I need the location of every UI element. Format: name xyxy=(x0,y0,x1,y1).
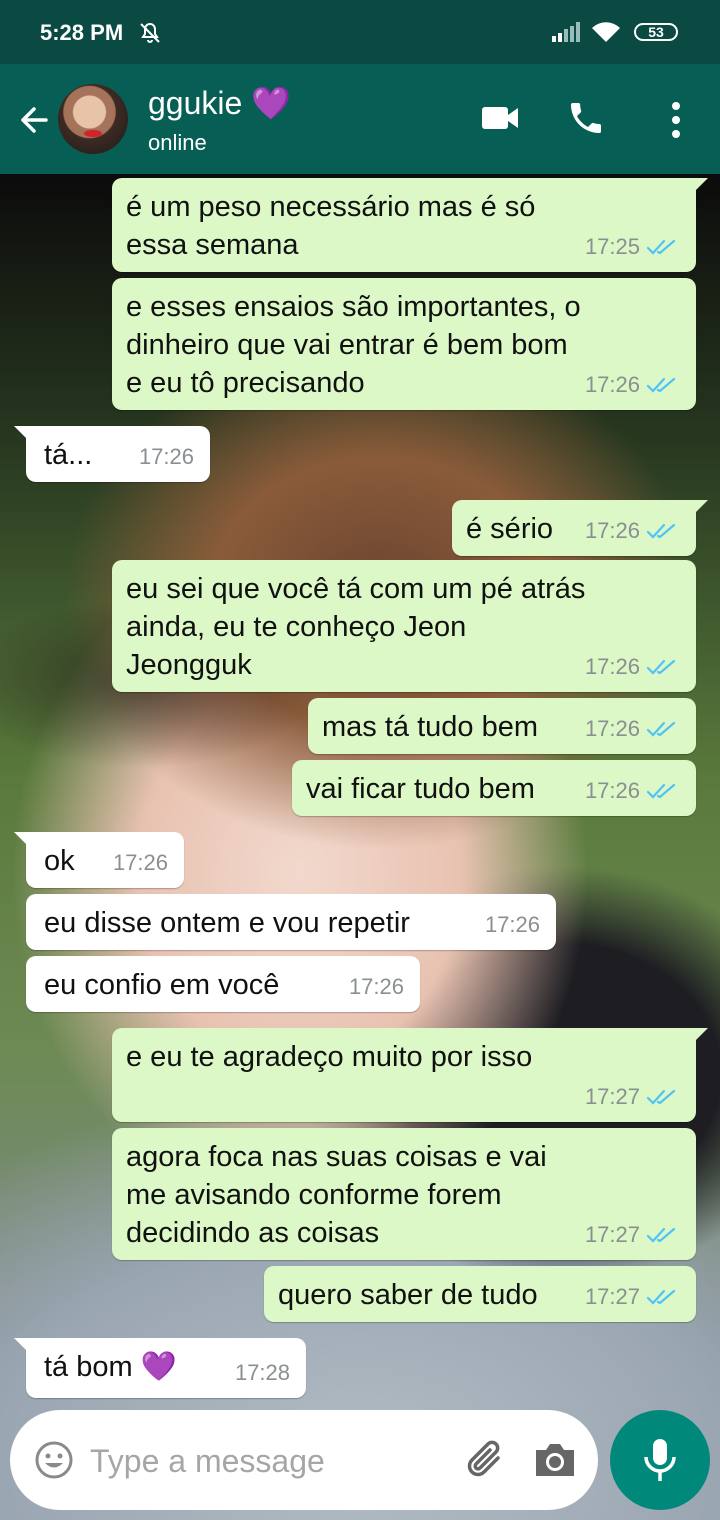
message-time: 17:28 xyxy=(234,1360,290,1385)
message-outgoing[interactable]: é sério 17:26 xyxy=(452,500,708,556)
signal-icon xyxy=(552,22,580,42)
camera-icon[interactable] xyxy=(532,1440,578,1480)
message-text: tá... xyxy=(44,439,93,471)
message-time: 17:26 xyxy=(584,716,640,741)
message-text: eu confio em você xyxy=(44,969,280,1001)
back-arrow-icon[interactable] xyxy=(16,102,52,138)
message-text: agora foca nas suas coisas e vai me avis… xyxy=(126,1141,547,1249)
message-text: e esses ensaios são importantes, o dinhe… xyxy=(126,291,581,399)
message-time: 17:26 xyxy=(138,444,194,469)
wifi-icon xyxy=(592,22,620,42)
message-text: eu sei que você tá com um pé atrás ainda… xyxy=(126,573,586,681)
message-time: 17:26 xyxy=(584,518,640,543)
read-ticks-icon xyxy=(646,523,676,539)
message-text: é um peso necessário mas é só essa seman… xyxy=(126,191,536,261)
message-time: 17:27 xyxy=(584,1084,640,1109)
message-time: 17:26 xyxy=(584,372,640,397)
message-time: 17:26 xyxy=(112,850,168,875)
microphone-icon xyxy=(644,1439,676,1481)
message-outgoing[interactable]: eu sei que você tá com um pé atrás ainda… xyxy=(112,560,696,692)
status-bar: 5:28 PM 53 xyxy=(0,0,720,64)
message-time: 17:25 xyxy=(584,234,640,259)
contact-status: online xyxy=(148,130,207,155)
message-text: é sério xyxy=(466,513,554,545)
message-outgoing[interactable]: e eu te agradeço muito por isso 17:27 xyxy=(112,1028,708,1122)
message-outgoing[interactable]: é um peso necessário mas é só essa seman… xyxy=(112,178,708,272)
message-incoming[interactable]: eu disse ontem e vou repetir 17:26 xyxy=(26,894,556,950)
message-text: vai ficar tudo bem xyxy=(306,773,535,805)
message-time: 17:26 xyxy=(348,974,404,999)
chat-area[interactable]: é um peso necessário mas é só essa seman… xyxy=(0,174,720,1520)
message-time: 17:27 xyxy=(584,1222,640,1247)
message-time: 17:26 xyxy=(484,912,540,937)
read-ticks-icon xyxy=(646,1089,676,1105)
read-ticks-icon xyxy=(646,1289,676,1305)
message-time: 17:26 xyxy=(584,778,640,803)
message-incoming[interactable]: tá bom 💜 17:28 xyxy=(14,1338,306,1398)
message-time: 17:26 xyxy=(584,654,640,679)
message-outgoing[interactable]: quero saber de tudo 17:27 xyxy=(264,1266,696,1322)
message-outgoing[interactable]: vai ficar tudo bem 17:26 xyxy=(292,760,696,816)
message-text: e eu te agradeço muito por isso xyxy=(126,1041,533,1073)
message-outgoing[interactable]: mas tá tudo bem 17:26 xyxy=(308,698,696,754)
message-text: ok xyxy=(44,845,75,877)
emoji-icon[interactable] xyxy=(34,1440,74,1480)
status-time: 5:28 PM xyxy=(40,20,124,45)
message-composer xyxy=(10,1410,598,1510)
message-text: mas tá tudo bem xyxy=(322,711,538,743)
message-incoming[interactable]: eu confio em você 17:26 xyxy=(26,956,420,1012)
paperclip-icon[interactable] xyxy=(462,1436,510,1484)
message-input[interactable] xyxy=(88,1436,452,1486)
contact-name[interactable]: ggukie 💜 xyxy=(148,84,291,122)
more-options-icon[interactable] xyxy=(664,100,688,140)
message-outgoing[interactable]: e esses ensaios são importantes, o dinhe… xyxy=(112,278,696,410)
message-incoming[interactable]: ok 17:26 xyxy=(14,832,184,888)
read-ticks-icon xyxy=(646,377,676,393)
message-outgoing[interactable]: agora foca nas suas coisas e vai me avis… xyxy=(112,1128,696,1260)
muted-bell-icon xyxy=(140,22,160,43)
voice-call-icon[interactable] xyxy=(566,98,606,138)
chat-header: ggukie 💜 online xyxy=(0,64,720,174)
message-incoming[interactable]: tá... 17:26 xyxy=(14,426,210,482)
read-ticks-icon xyxy=(646,239,676,255)
message-time: 17:27 xyxy=(584,1284,640,1309)
read-ticks-icon xyxy=(646,1227,676,1243)
message-text: tá bom 💜 xyxy=(44,1351,177,1383)
mic-button[interactable] xyxy=(610,1410,710,1510)
video-call-icon[interactable] xyxy=(480,102,520,134)
message-text: quero saber de tudo xyxy=(278,1279,538,1311)
read-ticks-icon xyxy=(646,659,676,675)
read-ticks-icon xyxy=(646,783,676,799)
avatar[interactable] xyxy=(58,84,128,154)
battery-icon: 53 xyxy=(634,23,678,41)
message-text: eu disse ontem e vou repetir xyxy=(44,907,410,939)
read-ticks-icon xyxy=(646,721,676,737)
